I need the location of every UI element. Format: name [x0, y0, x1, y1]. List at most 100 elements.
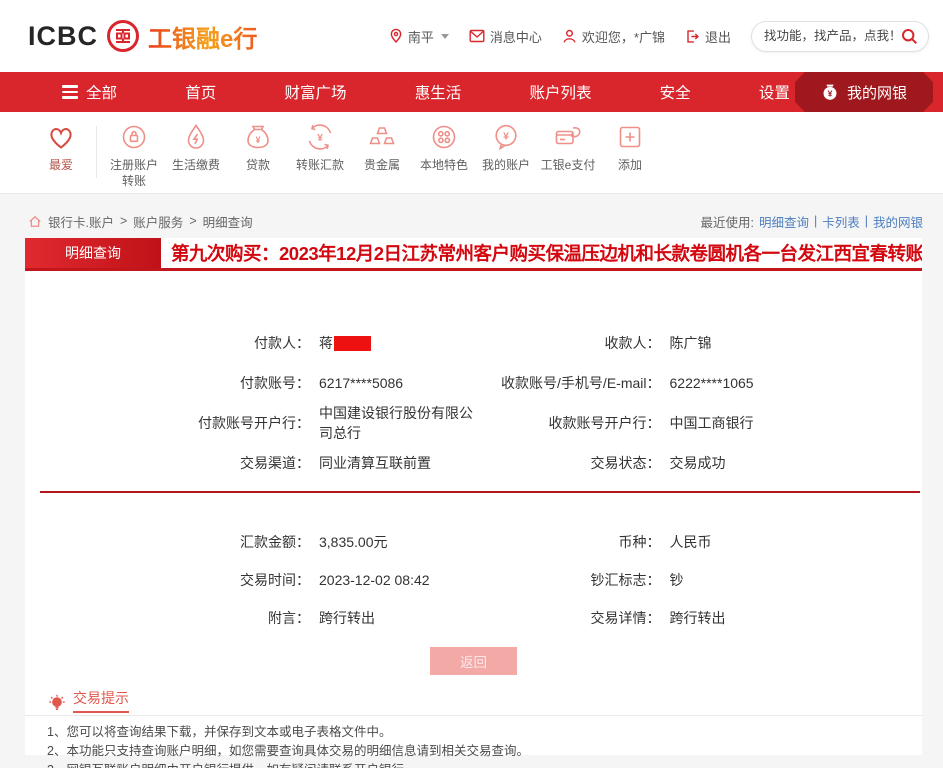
nav-item-wealth-plaza[interactable]: 财富广场	[284, 81, 346, 103]
payer-account-row: 付款账号： 6217****5086	[240, 375, 404, 391]
recent-link-my-ebank[interactable]: 我的网银	[873, 212, 923, 231]
logo: ICBC 工银融e行	[28, 19, 257, 54]
heart-icon	[46, 122, 76, 152]
quick-item-loan[interactable]: ¥ 贷款	[227, 122, 289, 173]
transaction-amount-section: 汇款金额： 3,835.00元 交易时间： 2023-12-02 08:42 附…	[25, 493, 922, 637]
divider	[96, 126, 97, 178]
page-title-banner: 明细查询 第九次购买：2023年12月2日江苏常州客户购买保温压边机和长款卷圆机…	[25, 238, 922, 271]
svg-text:¥: ¥	[503, 131, 509, 143]
register-transfer-icon	[119, 122, 149, 152]
recent-link-card-list[interactable]: 卡列表	[822, 212, 860, 231]
search-box[interactable]	[751, 20, 929, 52]
payee-bank: 中国工商银行	[669, 415, 754, 431]
nav-item-all[interactable]: 全部	[62, 81, 117, 103]
search-icon[interactable]	[901, 28, 918, 45]
svg-text:¥: ¥	[828, 89, 833, 99]
tips-list: 1、您可以将查询结果下载，并保存到文本或电子表格文件中。 2、本功能只支持查询账…	[25, 716, 922, 768]
nav-item-settings[interactable]: 设置	[759, 81, 790, 103]
payee-account-row: 收款账号/手机号/E-mail： 6222****1065	[501, 375, 754, 391]
quick-item-add[interactable]: 添加	[599, 122, 661, 173]
tip-item: 3、网银互联账户明细由开户银行提供，如有疑问请联系开户银行。	[47, 761, 902, 768]
message-center[interactable]: 消息中心	[469, 27, 542, 46]
quick-item-favorites[interactable]: 最爱	[26, 122, 96, 173]
nav-item-life[interactable]: 惠生活	[415, 81, 462, 103]
welcome-user[interactable]: 欢迎您，*广锦	[562, 27, 665, 46]
payee-bank-row: 收款账号开户行： 中国工商银行	[548, 415, 754, 431]
detail-row: 交易详情： 跨行转出	[590, 610, 726, 626]
main-nav: 全部 首页 财富广场 惠生活 账户列表 安全 设置 ¥ 我的网银	[0, 72, 943, 112]
envelope-icon	[469, 29, 485, 43]
payer-account: 6217****5086	[319, 375, 404, 391]
page-title: 明细查询	[25, 238, 161, 268]
tips-title: 交易提示	[73, 688, 129, 713]
payer-bank-row: 付款账号开户行： 中国建设银行股份有限公司总行	[198, 405, 473, 441]
quick-item-local-features[interactable]: 本地特色	[413, 122, 475, 173]
pipe-separator: |	[813, 214, 818, 228]
back-button[interactable]: 返回	[430, 647, 517, 675]
message-center-label: 消息中心	[489, 29, 542, 45]
water-drop-bolt-icon	[181, 122, 211, 152]
breadcrumb-item[interactable]: 账户服务	[133, 212, 183, 231]
breadcrumb-row: 银行卡.账户 > 账户服务 > 明细查询 最近使用: 明细查询 | 卡列表 | …	[0, 194, 943, 238]
quick-item-transfer-remit[interactable]: ¥ 转账汇款	[289, 122, 351, 173]
payer-row: 付款人： 蒋	[25, 323, 474, 363]
svg-text:¥: ¥	[255, 135, 260, 145]
svg-text:¥: ¥	[317, 133, 323, 144]
transfer-arrows-yuan-icon: ¥	[305, 122, 335, 152]
memo: 跨行转出	[319, 610, 375, 626]
speech-bubble-yuan-icon: ¥	[491, 122, 521, 152]
icbc-emblem-icon	[106, 19, 140, 53]
local-features-icon	[429, 122, 459, 152]
redaction-box	[334, 335, 371, 351]
gold-ingots-icon	[367, 122, 397, 152]
quick-item-epay[interactable]: 工银e支付	[537, 122, 599, 173]
promo-headline: 第九次购买：2023年12月2日江苏常州客户购买保温压边机和长款卷圆机各一台发江…	[171, 243, 922, 264]
detail-query-card: 明细查询 第九次购买：2023年12月2日江苏常州客户购买保温压边机和长款卷圆机…	[25, 238, 922, 768]
money-bag-icon: ¥	[821, 83, 839, 101]
breadcrumb-item[interactable]: 银行卡.账户	[48, 212, 114, 231]
time-row: 交易时间： 2023-12-02 08:42	[240, 572, 430, 588]
add-icon	[615, 122, 645, 152]
nav-item-security[interactable]: 安全	[660, 81, 691, 103]
user-icon	[562, 29, 577, 44]
welcome-label: 欢迎您，*广锦	[581, 29, 665, 45]
search-input[interactable]	[764, 29, 901, 43]
transaction-parties-section: 付款人： 蒋 付款账号： 6217****5086 付款账号开户行： 中国建设银…	[25, 271, 922, 483]
location-selector[interactable]: 南平	[389, 27, 449, 46]
epay-card-icon	[553, 122, 583, 152]
tip-item: 1、您可以将查询结果下载，并保存到文本或电子表格文件中。	[47, 725, 392, 739]
quick-item-register-transfer[interactable]: 注册账户转账	[103, 122, 165, 189]
hamburger-icon	[62, 85, 78, 99]
transaction-detail: 跨行转出	[669, 610, 726, 626]
lightbulb-icon	[47, 693, 67, 713]
logout[interactable]: 退出	[685, 27, 731, 46]
home-icon[interactable]	[28, 215, 42, 228]
quick-item-utility-payment[interactable]: 生活缴费	[165, 122, 227, 173]
transaction-status: 交易成功	[669, 455, 726, 471]
quick-item-precious-metal[interactable]: 贵金属	[351, 122, 413, 173]
nav-item-account-list[interactable]: 账户列表	[529, 81, 591, 103]
channel-row: 交易渠道： 同业清算互联前置	[240, 455, 431, 471]
quick-item-my-account[interactable]: ¥ 我的账户	[475, 122, 537, 173]
recent-link-detail-query[interactable]: 明细查询	[759, 212, 809, 231]
tip-item: 2、本功能只支持查询账户明细，如您需要查询具体交易的明细信息请到相关交易查询。	[47, 744, 529, 758]
payee-row: 收款人： 陈广锦	[604, 335, 712, 351]
recent-used-label: 最近使用:	[700, 215, 754, 230]
payee-name: 陈广锦	[669, 335, 712, 351]
amount-row: 汇款金额： 3,835.00元	[240, 534, 388, 550]
transaction-channel: 同业清算互联前置	[319, 455, 431, 471]
tips-header: 交易提示	[47, 688, 922, 713]
payer-bank: 中国建设银行股份有限公司总行	[319, 405, 473, 441]
nav-item-home[interactable]: 首页	[185, 81, 216, 103]
status-row: 交易状态： 交易成功	[590, 455, 726, 471]
memo-row: 附言： 跨行转出	[268, 610, 375, 626]
brand-name: 工银融e行	[148, 19, 257, 54]
icbc-logo-text: ICBC	[28, 20, 98, 51]
breadcrumb-item[interactable]: 明细查询	[203, 212, 253, 231]
currency-row: 币种： 人民币	[618, 534, 712, 550]
cash-remit-flag: 钞	[669, 572, 684, 588]
currency: 人民币	[669, 534, 712, 550]
cash-remit-flag-row: 钞汇标志： 钞	[590, 572, 684, 588]
my-ebank-ribbon-tab[interactable]: ¥ 我的网银	[795, 72, 933, 112]
remit-amount: 3,835.00元	[319, 534, 388, 550]
